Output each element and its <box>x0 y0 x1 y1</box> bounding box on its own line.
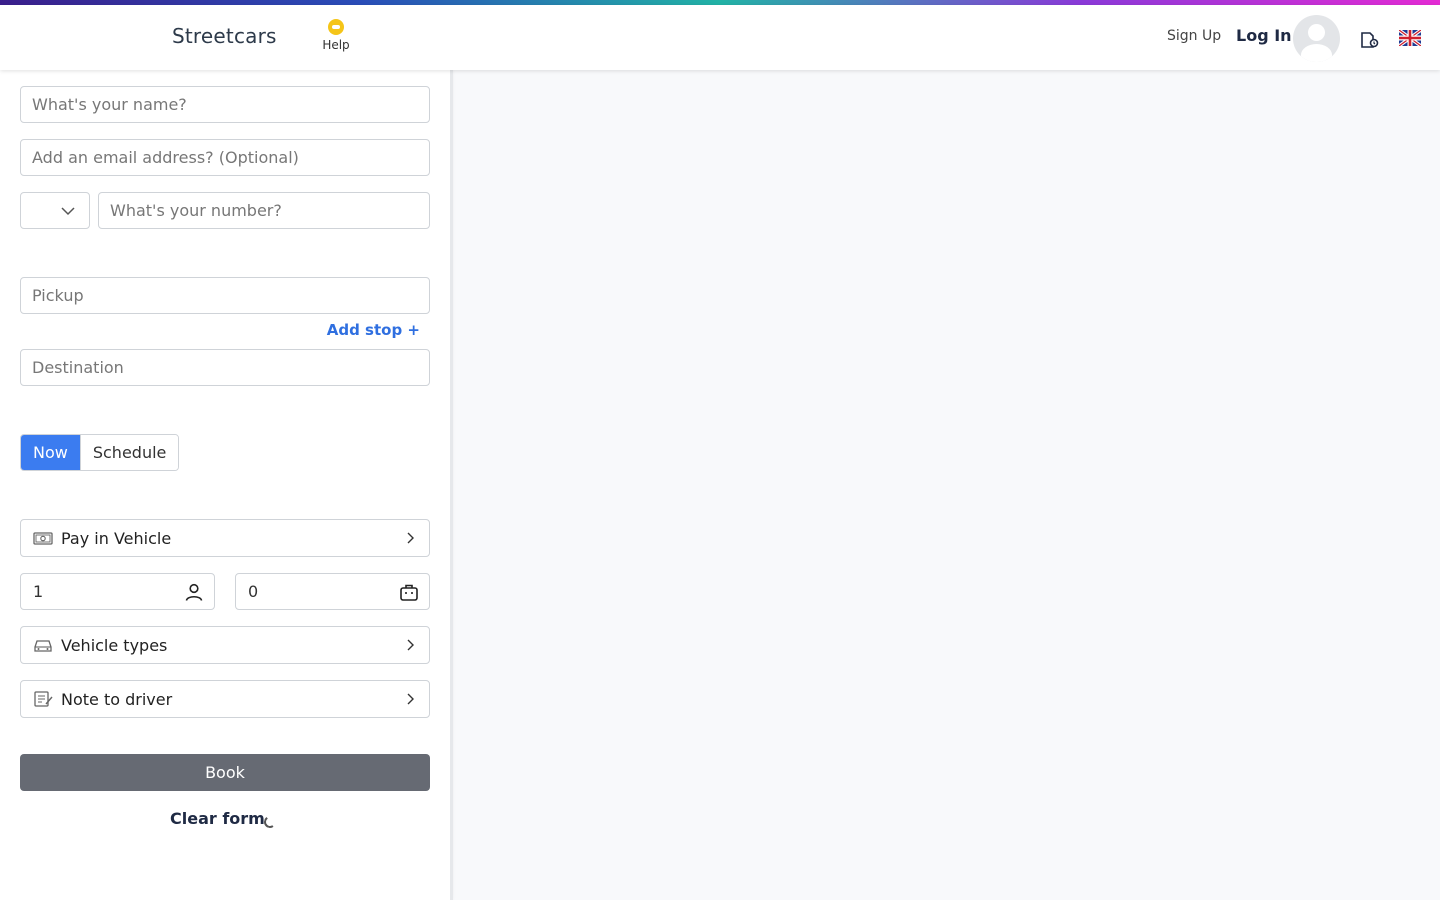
chevron-right-icon <box>407 693 414 705</box>
payment-label: Pay in Vehicle <box>61 528 172 548</box>
note-to-driver-button[interactable]: Note to driver <box>20 680 430 718</box>
avatar-head <box>1308 24 1325 41</box>
toggle-schedule[interactable]: Schedule <box>79 435 179 470</box>
header: Streetcars Help Sign Up Log In <box>0 5 1440 70</box>
brand-name[interactable]: Streetcars <box>172 24 277 48</box>
avatar[interactable] <box>1293 15 1340 62</box>
name-field[interactable] <box>20 86 430 123</box>
panel-divider <box>450 70 453 900</box>
toggle-now[interactable]: Now <box>21 435 80 470</box>
help-icon <box>328 19 344 35</box>
cash-icon <box>33 532 53 545</box>
chevron-down-icon <box>61 207 75 216</box>
person-icon <box>185 583 203 601</box>
time-toggle: Now Schedule <box>20 434 180 471</box>
destination-field[interactable] <box>20 349 430 386</box>
pickup-field[interactable] <box>20 277 430 314</box>
help-button[interactable]: Help <box>318 19 354 52</box>
luggage-count-value: 0 <box>248 582 259 601</box>
email-input[interactable] <box>21 140 429 175</box>
payment-method-button[interactable]: Pay in Vehicle <box>20 519 430 557</box>
uk-flag-icon[interactable] <box>1399 30 1421 46</box>
vehicle-types-button[interactable]: Vehicle types <box>20 626 430 664</box>
clear-form-button[interactable]: Clear form <box>170 809 265 828</box>
car-icon <box>34 640 52 652</box>
help-label: Help <box>322 38 350 52</box>
sign-up-link[interactable]: Sign Up <box>1167 28 1221 44</box>
pickup-input[interactable] <box>21 278 429 313</box>
book-button[interactable]: Book <box>20 754 430 791</box>
add-stop-link[interactable]: Add stop + <box>327 321 420 339</box>
country-code-select[interactable] <box>20 192 90 229</box>
avatar-body <box>1301 44 1332 62</box>
email-field[interactable] <box>20 139 430 176</box>
luggage-count-field[interactable]: 0 <box>235 573 430 610</box>
phone-input[interactable] <box>99 193 429 228</box>
chevron-right-icon <box>407 532 414 544</box>
name-input[interactable] <box>21 87 429 122</box>
phone-field[interactable] <box>98 192 430 229</box>
note-to-driver-label: Note to driver <box>61 689 173 709</box>
passenger-count-field[interactable]: 1 <box>20 573 215 610</box>
notepad-icon <box>34 691 53 707</box>
destination-input[interactable] <box>21 350 429 385</box>
chevron-right-icon <box>407 639 414 651</box>
vehicle-types-label: Vehicle types <box>61 635 168 655</box>
log-in-link[interactable]: Log In <box>1236 26 1292 45</box>
bookings-document-icon[interactable] <box>1360 31 1380 49</box>
passenger-count-value: 1 <box>33 582 44 601</box>
luggage-icon <box>400 584 418 601</box>
